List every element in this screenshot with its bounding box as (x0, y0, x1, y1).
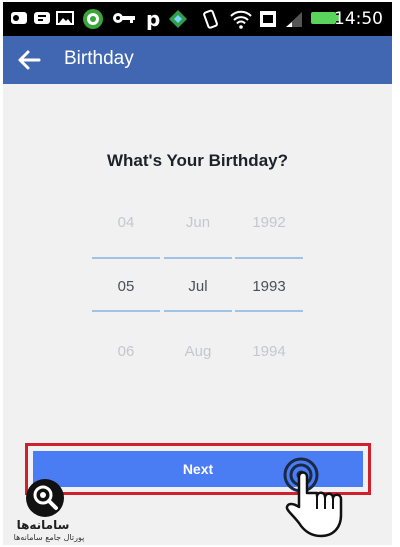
magnifier-logo-icon (26, 479, 64, 517)
month-option-above[interactable]: Jun (164, 214, 232, 231)
app-icon (169, 10, 187, 28)
day-divider-top (92, 257, 160, 259)
cast-icon (11, 12, 27, 24)
svg-text:p: p (146, 8, 160, 30)
p-icon: p (146, 8, 160, 30)
year-picker[interactable]: 1992 1993 1994 (235, 202, 303, 372)
year-selected[interactable]: 1993 (235, 278, 303, 295)
month-divider-top (164, 257, 232, 259)
day-option-above[interactable]: 04 (92, 214, 160, 231)
month-picker[interactable]: Jun Jul Aug (164, 202, 232, 372)
clock-time: 14:50 (334, 9, 383, 29)
wifi-icon (230, 10, 252, 29)
rotate-icon (203, 9, 218, 29)
page-title: Birthday (64, 48, 134, 69)
image-icon (56, 11, 74, 25)
month-option-below[interactable]: Aug (164, 343, 232, 360)
chat-icon (34, 12, 50, 24)
tap-hand-icon (283, 457, 343, 538)
key-icon (113, 13, 135, 23)
watermark-name: سامانه‌ها (16, 518, 70, 532)
phone-screen: p 14:50 Birthday What's Your Birthday? 0… (3, 2, 392, 545)
arrow-left-icon (18, 50, 41, 70)
day-picker[interactable]: 04 05 06 (92, 202, 160, 372)
year-option-above[interactable]: 1992 (235, 214, 303, 231)
day-divider-bottom (92, 310, 160, 312)
app-bar: Birthday (3, 36, 392, 84)
year-divider-bottom (235, 310, 303, 312)
back-button[interactable] (13, 44, 45, 76)
birthday-heading: What's Your Birthday? (107, 151, 288, 170)
year-option-below[interactable]: 1994 (235, 343, 303, 360)
signal-icon (286, 12, 302, 27)
watermark-subtitle: پورتال جامع سامانه‌ها (13, 533, 85, 542)
status-bar: p 14:50 (3, 2, 392, 36)
year-divider-top (235, 257, 303, 259)
watermark-logo: سامانه‌ها پورتال جامع سامانه‌ها (3, 478, 95, 544)
day-option-below[interactable]: 06 (92, 343, 160, 360)
day-selected[interactable]: 05 (92, 278, 160, 295)
sim-icon (260, 11, 276, 27)
month-divider-bottom (164, 310, 232, 312)
month-selected[interactable]: Jul (164, 278, 232, 295)
badge-icon (83, 9, 103, 29)
